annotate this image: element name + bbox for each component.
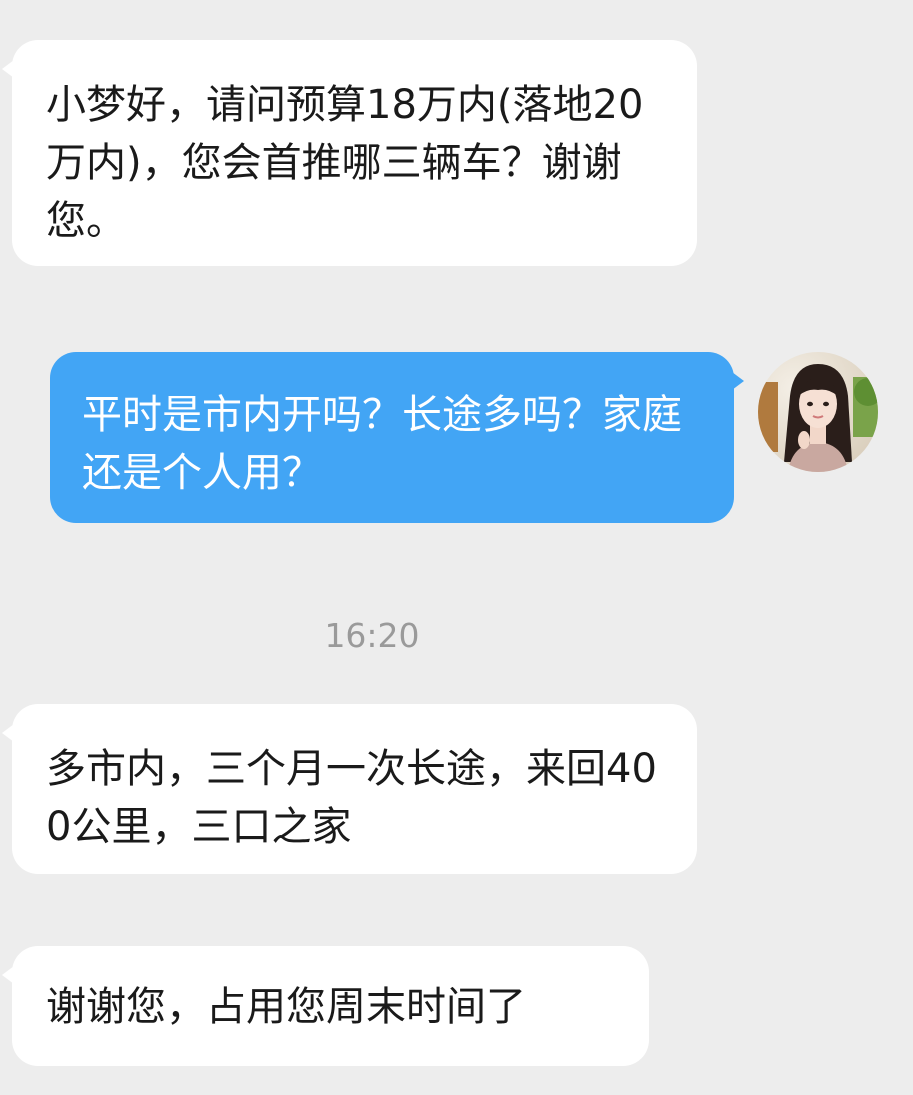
message-text: 谢谢您，占用您周末时间了 xyxy=(46,984,526,1030)
incoming-message-bubble[interactable]: 谢谢您，占用您周末时间了 xyxy=(2,946,649,1066)
outgoing-message-bubble[interactable]: 平时是市内开吗？长途多吗？家庭还是个人用？ xyxy=(50,352,744,523)
incoming-message-bubble[interactable]: 小梦好，请问预算18万内(落地20万内)，您会首推哪三辆车？谢谢您。 xyxy=(2,40,697,266)
user-avatar[interactable] xyxy=(758,352,878,472)
chat-window: 小梦好，请问预算18万内(落地20万内)，您会首推哪三辆车？谢谢您。 平时是市内… xyxy=(0,0,913,1095)
avatar-photo-icon xyxy=(758,352,878,472)
message-text: 平时是市内开吗？长途多吗？家庭还是个人用？ xyxy=(82,392,682,496)
message-text: 小梦好，请问预算18万内(落地20万内)，您会首推哪三辆车？谢谢您。 xyxy=(46,82,644,244)
message-timestamp: 16:20 xyxy=(324,616,420,655)
message-text: 多市内，三个月一次长途，来回400公里，三口之家 xyxy=(46,746,657,850)
incoming-message-bubble[interactable]: 多市内，三个月一次长途，来回400公里，三口之家 xyxy=(2,704,697,874)
